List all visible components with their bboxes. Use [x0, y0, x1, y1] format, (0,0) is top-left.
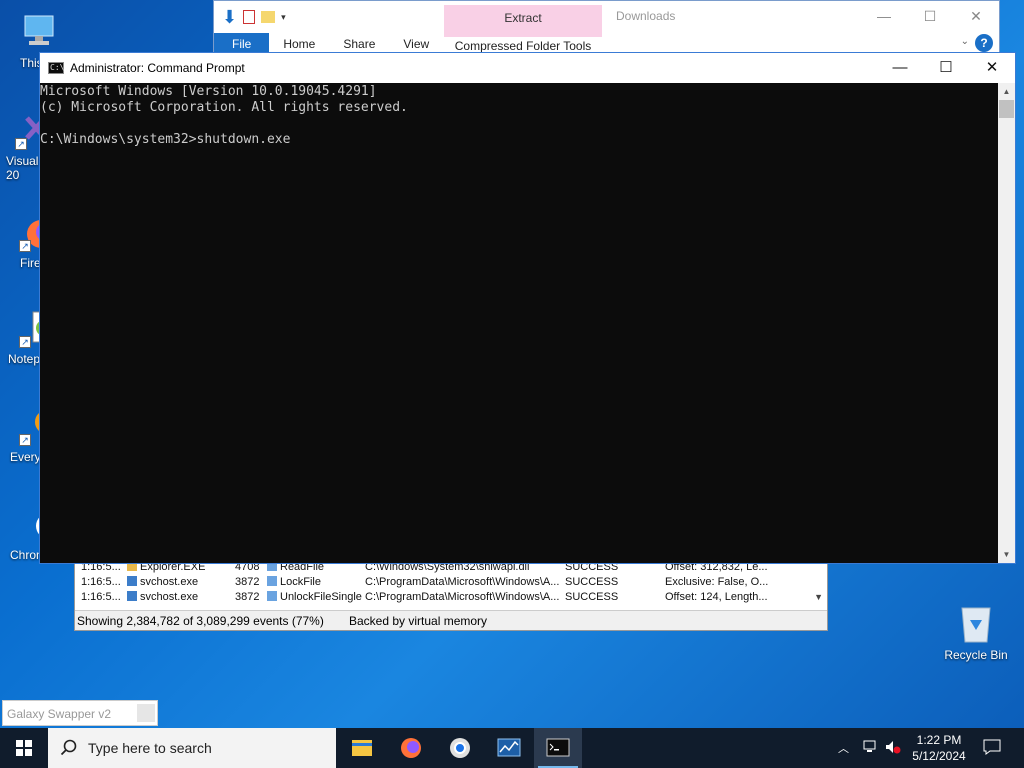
new-folder-icon[interactable]	[261, 11, 276, 23]
shortcut-arrow-icon: ↗	[19, 240, 31, 252]
maximize-button[interactable]: ☐	[923, 53, 969, 83]
taskbar-command-prompt[interactable]	[534, 728, 582, 768]
volume-muted-icon[interactable]	[884, 738, 902, 759]
chevron-down-icon[interactable]: ▾	[281, 12, 286, 23]
events-status: Showing 2,384,782 of 3,089,299 events (7…	[77, 614, 324, 628]
operation-name: UnlockFileSingle	[280, 591, 362, 603]
extract-context-group: Extract Compressed Folder Tools	[444, 5, 602, 55]
pid-cell: 3872	[235, 591, 260, 603]
window-title: Administrator: Command Prompt	[70, 61, 245, 75]
show-hidden-icons-button[interactable]: ︿	[838, 740, 856, 756]
detail-cell: Exclusive: False, O...	[665, 576, 769, 588]
file-explorer-window[interactable]: ⬇ ▾ Extract Compressed Folder Tools Down…	[213, 0, 1000, 56]
start-button[interactable]	[0, 728, 48, 768]
window-title: Downloads	[616, 9, 676, 23]
close-button[interactable]: ✕	[969, 53, 1015, 83]
result-cell: SUCCESS	[565, 576, 619, 588]
result-cell: SUCCESS	[565, 591, 619, 603]
operation-name: LockFile	[280, 576, 321, 588]
properties-icon[interactable]	[243, 10, 256, 24]
minimize-button[interactable]: —	[877, 53, 923, 83]
svchost-process-icon	[127, 576, 137, 586]
process-monitor-window[interactable]: 1:16:5... Explorer.EXE 4708 ReadFile C:\…	[74, 555, 828, 631]
search-box[interactable]: Type here to search	[48, 728, 336, 768]
scroll-down-icon[interactable]: ▼	[998, 546, 1015, 563]
console-line: (c) Microsoft Corporation. All rights re…	[40, 100, 408, 115]
shortcut-arrow-icon: ↗	[19, 434, 31, 446]
maximize-button[interactable]: ☐	[907, 5, 953, 27]
chevron-down-icon[interactable]: ⌄	[961, 36, 969, 47]
galaxy-swapper-title: Galaxy Swapper v2	[7, 707, 112, 721]
console-output[interactable]: Microsoft Windows [Version 10.0.19045.42…	[40, 83, 998, 563]
windows-logo-icon	[16, 740, 32, 756]
process-name: svchost.exe	[140, 591, 199, 603]
taskbar-process-monitor[interactable]	[485, 728, 533, 768]
process-name: svchost.exe	[140, 576, 199, 588]
close-button[interactable]: ✕	[953, 5, 999, 27]
taskbar-firefox[interactable]	[387, 728, 435, 768]
chrome-icon	[450, 738, 470, 758]
memory-status: Backed by virtual memory	[349, 614, 488, 628]
process-monitor-icon	[497, 738, 521, 757]
time-cell: 1:16:5...	[81, 576, 121, 588]
table-row[interactable]: 1:16:5... svchost.exe 3872 UnlockFileSin…	[75, 590, 815, 605]
search-placeholder: Type here to search	[88, 740, 212, 756]
recycle-bin-label: Recycle Bin	[944, 648, 1008, 662]
shortcut-arrow-icon: ↗	[15, 138, 27, 150]
download-arrow-icon[interactable]: ⬇	[222, 7, 237, 28]
clock-time: 1:22 PM	[916, 733, 962, 747]
console-line: C:\Windows\system32>shutdown.exe	[40, 132, 291, 147]
svchost-process-icon	[127, 591, 137, 601]
time-cell: 1:16:5...	[81, 591, 121, 603]
recycle-bin-icon	[956, 600, 996, 644]
pid-cell: 3872	[235, 576, 260, 588]
shortcut-arrow-icon: ↗	[19, 336, 31, 348]
detail-cell: Offset: 124, Length...	[665, 591, 768, 603]
computer-icon	[19, 12, 59, 52]
status-bar: Showing 2,384,782 of 3,089,299 events (7…	[75, 610, 827, 630]
title-bar[interactable]: C:\ Administrator: Command Prompt — ☐ ✕	[40, 53, 1015, 83]
notifications-icon[interactable]	[982, 738, 1002, 759]
path-cell: C:\ProgramData\Microsoft\Windows\A...	[365, 576, 560, 588]
taskbar: Type here to search ︿ 1:22 PM 5/12/2024	[0, 728, 1024, 768]
console-line: Microsoft Windows [Version 10.0.19045.42…	[40, 84, 377, 99]
galaxy-swapper-window[interactable]: Galaxy Swapper v2	[2, 700, 158, 726]
galaxy-swapper-button[interactable]	[137, 704, 155, 722]
help-icon[interactable]: ?	[975, 34, 993, 52]
command-prompt-icon	[546, 738, 570, 757]
command-prompt-icon: C:\	[48, 62, 65, 74]
file-explorer-icon	[352, 740, 372, 756]
file-operation-icon	[267, 591, 277, 601]
process-cell: svchost.exe	[127, 575, 198, 590]
scroll-down-icon[interactable]: ▼	[814, 592, 823, 602]
scroll-thumb[interactable]	[999, 100, 1014, 118]
system-clock[interactable]: 1:22 PM 5/12/2024	[904, 732, 974, 764]
minimize-button[interactable]: —	[861, 5, 907, 27]
operation-cell: LockFile	[267, 575, 321, 590]
extract-label: Extract	[504, 11, 542, 25]
command-prompt-window[interactable]: C:\ Administrator: Command Prompt — ☐ ✕ …	[39, 52, 1016, 564]
vertical-scrollbar[interactable]: ▲ ▼	[998, 83, 1015, 563]
table-row[interactable]: 1:16:5... svchost.exe 3872 LockFile C:\P…	[75, 575, 815, 590]
firefox-icon	[401, 738, 421, 758]
operation-cell: UnlockFileSingle	[267, 590, 362, 605]
scroll-up-icon[interactable]: ▲	[998, 83, 1015, 100]
clock-date: 5/12/2024	[912, 749, 966, 763]
desktop-icon-recycle-bin[interactable]: Recycle Bin	[940, 600, 1012, 662]
network-icon[interactable]	[862, 738, 880, 759]
taskbar-file-explorer[interactable]	[338, 728, 386, 768]
quick-access-toolbar: ⬇ ▾	[222, 5, 286, 29]
path-cell: C:\ProgramData\Microsoft\Windows\A...	[365, 591, 560, 603]
taskbar-chrome[interactable]	[436, 728, 484, 768]
process-cell: svchost.exe	[127, 590, 198, 605]
file-operation-icon	[267, 576, 277, 586]
search-icon	[60, 739, 77, 756]
